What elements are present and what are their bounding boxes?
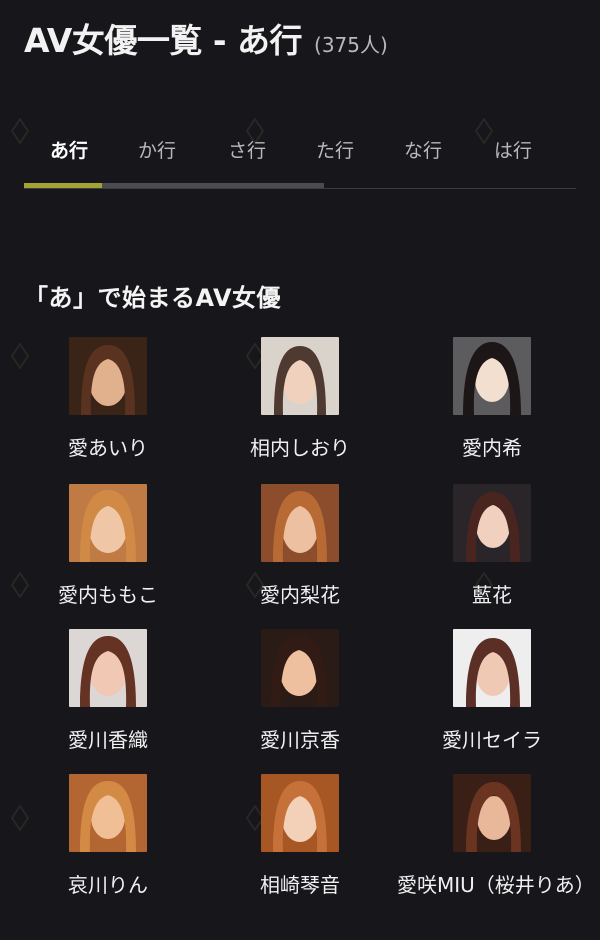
actress-card[interactable]: 愛内ももこ	[13, 484, 203, 610]
actress-card[interactable]: 藍花	[397, 484, 587, 610]
actress-card[interactable]: 愛川京香	[205, 629, 395, 755]
actress-photo[interactable]	[453, 337, 531, 415]
actress-name[interactable]: 愛川香織	[13, 725, 203, 755]
tab-divider	[24, 188, 576, 189]
actress-name[interactable]: 愛内ももこ	[13, 580, 203, 610]
actress-name[interactable]: 愛あいり	[13, 433, 203, 463]
actress-photo[interactable]	[261, 484, 339, 562]
actress-count: (375人)	[314, 33, 388, 57]
actress-name[interactable]: 愛川セイラ	[397, 725, 587, 755]
actress-card[interactable]: 愛内希	[397, 337, 587, 463]
page-header: AV女優一覧 - あ行 (375人)	[24, 24, 388, 58]
actress-card[interactable]: 愛咲MIU（桜井りあ）	[397, 774, 595, 900]
actress-card[interactable]: 相内しおり	[205, 337, 395, 463]
tab-sa-row[interactable]: さ行	[228, 136, 266, 163]
actress-card[interactable]: 愛あいり	[13, 337, 203, 463]
actress-photo[interactable]	[453, 629, 531, 707]
tab-ha-row[interactable]: は行	[494, 136, 532, 163]
actress-card[interactable]: 相崎琴音	[205, 774, 395, 900]
actress-photo[interactable]	[261, 337, 339, 415]
actress-card[interactable]: 愛川セイラ	[397, 629, 587, 755]
tab-ta-row[interactable]: た行	[316, 136, 354, 163]
actress-photo[interactable]	[69, 774, 147, 852]
actress-photo[interactable]	[453, 484, 531, 562]
actress-name[interactable]: 愛内梨花	[205, 580, 395, 610]
actress-card[interactable]: 愛内梨花	[205, 484, 395, 610]
actress-photo[interactable]	[261, 774, 339, 852]
actress-card[interactable]: 哀川りん	[13, 774, 203, 900]
tab-na-row[interactable]: な行	[404, 136, 442, 163]
actress-card[interactable]: 愛川香織	[13, 629, 203, 755]
actress-photo[interactable]	[69, 337, 147, 415]
section-title: 「あ」で始まるAV女優	[24, 283, 282, 312]
actress-name[interactable]: 愛咲MIU（桜井りあ）	[397, 870, 595, 900]
actress-name[interactable]: 藍花	[397, 580, 587, 610]
actress-name[interactable]: 相崎琴音	[205, 870, 395, 900]
actress-photo[interactable]	[69, 629, 147, 707]
actress-photo[interactable]	[453, 774, 531, 852]
kana-tabs: あ行 か行 さ行 た行 な行 は行	[24, 136, 576, 190]
actress-name[interactable]: 哀川りん	[13, 870, 203, 900]
actress-photo[interactable]	[69, 484, 147, 562]
actress-name[interactable]: 愛内希	[397, 433, 587, 463]
tab-ka-row[interactable]: か行	[138, 136, 176, 163]
actress-name[interactable]: 愛川京香	[205, 725, 395, 755]
actress-photo[interactable]	[261, 629, 339, 707]
actress-name[interactable]: 相内しおり	[205, 433, 395, 463]
tab-a-row[interactable]: あ行	[50, 136, 88, 163]
active-tab-indicator	[24, 183, 102, 188]
page-title: AV女優一覧 - あ行	[24, 21, 303, 60]
